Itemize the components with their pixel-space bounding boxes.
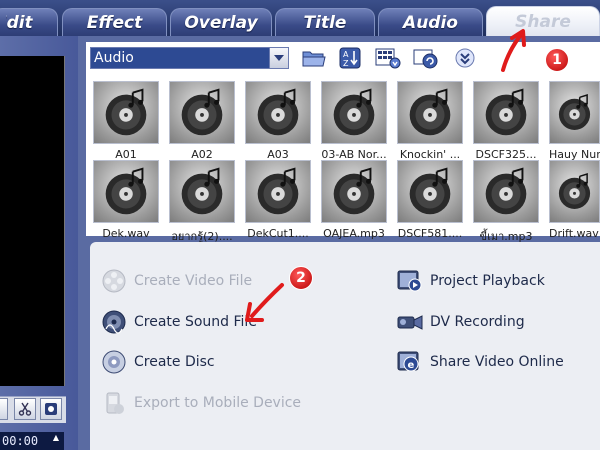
audio-thumbnail[interactable]: DekCut1.... (245, 160, 311, 242)
playback-icon (396, 267, 424, 295)
audio-thumbnail[interactable]: อยากรู้(2).... (169, 160, 235, 243)
fullscreen-icon (45, 403, 57, 415)
create-video-file-label: Create Video File (134, 273, 253, 289)
import-media-icon (413, 49, 438, 69)
audio-thumbnail[interactable]: Dek.wav (93, 160, 159, 242)
tab-overlay[interactable]: Overlay (170, 8, 272, 36)
tab-title-label: Title (303, 12, 347, 33)
tab-effect-label: Effect (86, 12, 143, 33)
vinyl-record-icon (473, 160, 539, 223)
audio-thumbnail-label: Dek.wav (102, 227, 150, 240)
audio-thumbnail-label: Drift.wav (549, 227, 599, 240)
import-media-button[interactable] (413, 46, 439, 70)
project-playback-label: Project Playback (430, 273, 545, 289)
vinyl-record-icon (321, 81, 387, 144)
step-2-badge-text: 2 (296, 270, 306, 286)
vinyl-record-icon (93, 81, 159, 144)
create-disc-label: Create Disc (134, 354, 215, 370)
video-reel-icon (100, 267, 128, 295)
sort-button[interactable]: A Z (337, 46, 363, 70)
vinyl-record-icon (169, 81, 235, 144)
export-to-mobile-device-label: Export to Mobile Device (134, 395, 302, 411)
vinyl-record-icon (397, 81, 463, 144)
tab-edit[interactable]: Edit (0, 8, 58, 36)
step-1-badge: 1 (545, 48, 569, 72)
vinyl-record-icon (245, 81, 311, 144)
vinyl-record-icon (549, 81, 600, 144)
audio-thumbnail[interactable]: A02 (169, 81, 235, 163)
library-category-value: Audio (94, 50, 134, 66)
vinyl-record-icon (93, 160, 159, 223)
project-playback-button[interactable]: Project Playback (396, 267, 545, 295)
vinyl-record-icon (169, 160, 235, 223)
expand-more-button[interactable] (452, 46, 478, 70)
audio-thumbnail[interactable]: A01 (93, 81, 159, 163)
vinyl-record-icon (473, 81, 539, 144)
disc-icon (100, 348, 128, 376)
folder-icon (302, 51, 326, 67)
vinyl-record-icon (321, 160, 387, 223)
audio-thumbnail-label: DSCF581.... (397, 227, 463, 240)
audio-thumbnail[interactable]: A03 (245, 81, 311, 163)
tab-audio[interactable]: Audio (378, 8, 483, 36)
audio-thumbnail[interactable]: Hauy Num (549, 81, 600, 163)
tab-share-label: Share (515, 11, 571, 32)
audio-thumbnail-label: DekCut1.... (247, 227, 309, 240)
tab-audio-label: Audio (403, 12, 458, 33)
export-to-mobile-device-button[interactable]: Export to Mobile Device (100, 389, 301, 417)
svg-text:e: e (408, 360, 415, 371)
dropdown-arrow-icon (269, 48, 288, 68)
scissors-button[interactable] (14, 398, 36, 420)
tab-bar: Edit Effect Overlay Title Audio Share (0, 0, 600, 36)
tab-edit-label: Edit (6, 12, 33, 33)
step-2-badge: 2 (289, 266, 313, 290)
tab-overlay-label: Overlay (184, 12, 258, 33)
audio-thumbnail[interactable]: Drift.wav (549, 160, 600, 242)
create-sound-file-button[interactable]: Create Sound File (100, 308, 257, 336)
vinyl-record-icon (245, 160, 311, 223)
mobile-device-icon (100, 389, 128, 417)
fullscreen-button[interactable] (40, 398, 62, 420)
vinyl-record-icon (549, 160, 600, 223)
share-video-online-label: Share Video Online (430, 354, 564, 370)
sound-disc-icon (100, 308, 128, 336)
camcorder-icon (396, 308, 424, 336)
svg-text:A: A (343, 50, 349, 59)
audio-thumbnail[interactable]: DSCF581.... (397, 160, 463, 242)
create-video-file-button[interactable]: Create Video File (100, 267, 252, 295)
audio-thumbnail[interactable]: OAJEA.mp3 (321, 160, 387, 242)
library-category-dropdown[interactable]: Audio (90, 47, 289, 69)
svg-text:Z: Z (343, 59, 349, 68)
vinyl-record-icon (397, 160, 463, 223)
audio-thumbnail[interactable]: ขี้เมา.mp3 (473, 160, 539, 243)
preview-window (0, 56, 65, 386)
view-options-button[interactable] (375, 46, 401, 70)
audio-thumbnail[interactable]: 03-AB Nor... (321, 81, 387, 163)
dv-recording-button[interactable]: DV Recording (396, 308, 525, 336)
tab-share[interactable]: Share (486, 6, 600, 36)
create-disc-button[interactable]: Create Disc (100, 348, 215, 376)
thumbnail-view-icon (375, 48, 401, 69)
audio-thumbnail[interactable]: Knockin' ... (397, 81, 463, 163)
audio-thumbnail-label: OAJEA.mp3 (323, 227, 385, 240)
sort-icon: A Z (339, 47, 361, 69)
online-share-icon: e (396, 348, 424, 376)
timecode-up-arrow-icon[interactable]: ▲ (50, 434, 62, 442)
tab-title[interactable]: Title (275, 8, 375, 36)
open-folder-button[interactable] (301, 46, 327, 70)
scissors-icon (18, 402, 32, 416)
timecode-text: 00:00 (2, 434, 39, 448)
create-sound-file-label: Create Sound File (134, 314, 257, 330)
share-video-online-button[interactable]: e Share Video Online (396, 348, 564, 376)
tab-effect[interactable]: Effect (62, 8, 167, 36)
chevron-double-down-icon (455, 48, 475, 68)
step-1-badge-text: 1 (552, 52, 562, 68)
audio-thumbnail[interactable]: DSCF325... (473, 81, 539, 163)
playback-control-button[interactable] (0, 398, 8, 420)
dv-recording-label: DV Recording (430, 314, 525, 330)
